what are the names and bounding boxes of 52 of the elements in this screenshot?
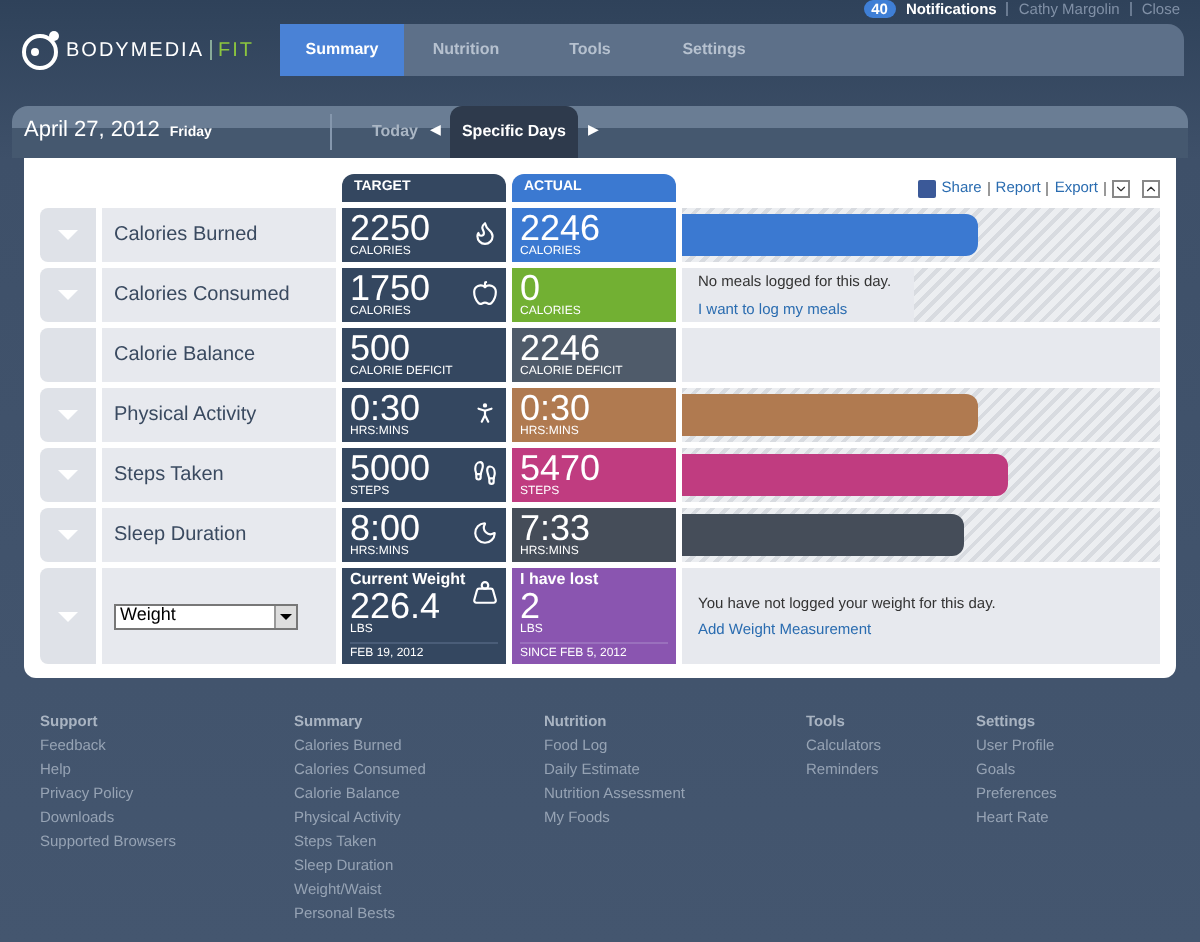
target-value: 500	[350, 331, 411, 365]
specific-days-tab[interactable]: Specific Days	[449, 106, 578, 158]
caret-icon	[58, 410, 78, 420]
actual-value: 5470	[520, 451, 603, 485]
today-tab[interactable]: Today	[372, 120, 418, 144]
nav-tab[interactable]: Settings	[652, 24, 776, 76]
actual-value: 0	[520, 271, 541, 305]
expand-toggle[interactable]	[40, 268, 96, 322]
target-value: 5000	[350, 451, 431, 485]
nav-tab[interactable]: Tools	[528, 24, 652, 76]
nav-tab[interactable]: Summary	[280, 24, 404, 76]
flame-icon	[472, 220, 498, 246]
caret-icon	[58, 470, 78, 480]
caret-icon	[58, 230, 78, 240]
expand-toggle[interactable]	[40, 568, 96, 664]
row-label: Calorie Balance	[114, 342, 256, 370]
expand-toggle[interactable]	[40, 448, 96, 502]
nav-tab[interactable]: Nutrition	[404, 24, 528, 76]
row-label: Physical Activity	[114, 402, 257, 430]
apple-icon	[472, 280, 498, 306]
caret-icon	[58, 530, 78, 540]
product-name: FIT	[218, 37, 255, 65]
scale-icon	[472, 580, 498, 606]
target-value: 2250	[350, 211, 431, 245]
actual-value: 0:30	[520, 391, 593, 425]
actual-title: I have lost	[520, 569, 601, 589]
actual-value: 2246	[520, 211, 603, 245]
brand-name: BODYMEDIA	[66, 37, 205, 65]
expand-toggle[interactable]	[40, 388, 96, 442]
caret-icon	[58, 290, 78, 300]
target-value: 8:00	[350, 511, 421, 545]
target-title: Current Weight	[350, 569, 468, 589]
expand-toggle[interactable]	[40, 208, 96, 262]
row-label: Calories Consumed	[114, 282, 290, 310]
actual-value: 2246	[520, 331, 601, 365]
actual-value: 7:33	[520, 511, 593, 545]
actual-value: 2	[520, 589, 541, 623]
date-label: April 27, 2012	[24, 116, 160, 146]
collapse-all-icon[interactable]	[1142, 179, 1160, 197]
target-value: 0:30	[350, 391, 421, 425]
row-label: Sleep Duration	[114, 522, 247, 550]
footprints-icon	[472, 460, 498, 486]
moon-icon	[472, 520, 498, 546]
target-value: 226.4	[350, 589, 441, 623]
expand-all-icon[interactable]	[1112, 179, 1130, 197]
logo-icon	[20, 30, 60, 70]
expand-toggle[interactable]	[40, 508, 96, 562]
target-value: 1750	[350, 271, 431, 305]
row-label: Steps Taken	[114, 462, 224, 490]
row-label: Calories Burned	[114, 222, 258, 250]
metric-select[interactable]: Weight	[114, 603, 298, 629]
caret-icon	[58, 611, 78, 621]
